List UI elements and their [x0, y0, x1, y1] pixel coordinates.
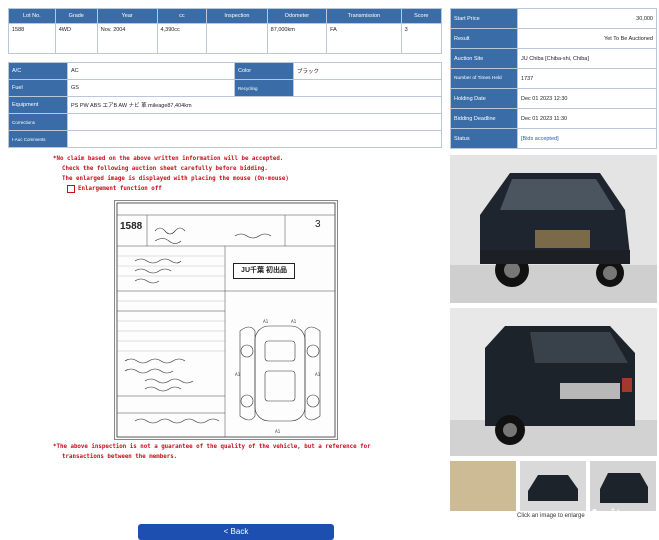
auction-sheet-image[interactable]: A1 A1 A1 A1 A1 1588 3 JU千葉 初出品 [114, 200, 338, 440]
holding-date-value: Dec 01 2023 12:30 [517, 88, 657, 109]
car-rear-photo[interactable] [450, 308, 657, 456]
lot-table-header-row: Lot No. Grade Year cc Inspection Odomete… [8, 8, 443, 24]
info-row: Status [Bids accepted] [450, 128, 657, 149]
car-front-photo[interactable] [450, 155, 657, 303]
year-header: Year [96, 8, 158, 24]
thumbs-caption: Click an image to enlarge [517, 513, 585, 519]
status-label: Status [450, 128, 518, 149]
svg-text:A1: A1 [275, 429, 281, 434]
fuel-label: Fuel [8, 79, 68, 97]
ac-label: A/C [8, 62, 68, 80]
spec-row: Corrections [8, 113, 442, 131]
recycling-value [293, 79, 442, 97]
notice-line-2: Check the following auction sheet carefu… [62, 166, 268, 172]
info-row: Result Yet To Be Auctioned [450, 28, 657, 49]
lot-table-value-row: 1588 4WD Nov. 2004 4,390cc 87,000km FA 3 [8, 23, 443, 54]
bidding-deadline-label: Bidding Deadline [450, 108, 518, 129]
enlarge-label: Enlargement function off [78, 186, 162, 192]
spec-row: Fuel GS Recycling [8, 79, 442, 97]
info-row: Auction Site JU Chiba [Chiba-shi, Chiba] [450, 48, 657, 69]
spec-row: A/C AC Color ブラック [8, 62, 442, 80]
color-label: Color [234, 62, 294, 80]
auction-info-table: Start Price 30,000 Result Yet To Be Auct… [450, 8, 657, 149]
avito-watermark: Avito [588, 506, 633, 526]
bidding-deadline-value: Dec 01 2023 11:30 [517, 108, 657, 129]
lot-table: Lot No. Grade Year cc Inspection Odomete… [8, 8, 443, 54]
thumbnail-rear[interactable] [590, 461, 656, 511]
score-value: 3 [400, 23, 443, 54]
lot-header: Lot No. [8, 8, 56, 24]
score-header: Score [400, 8, 443, 24]
svg-text:A1: A1 [263, 319, 269, 324]
grade-value: 4WD [54, 23, 98, 54]
enlarge-toggle[interactable]: Enlargement function off [67, 185, 162, 193]
result-value: Yet To Be Auctioned [517, 28, 657, 49]
cc-header: cc [156, 8, 208, 24]
auction-site-value: JU Chiba [Chiba-shi, Chiba] [517, 48, 657, 69]
color-value: ブラック [293, 62, 442, 80]
footer-notice-1: *The above inspection is not a guarantee… [53, 444, 371, 450]
spec-row: Equipment PS PW ABS エアB AW ナビ 革 mileage8… [8, 96, 442, 114]
grade-header: Grade [54, 8, 98, 24]
sheet-score: 3 [315, 219, 321, 230]
svg-text:A1: A1 [235, 372, 241, 377]
result-label: Result [450, 28, 518, 49]
notice-line-1: *No claim based on the above written inf… [53, 156, 284, 162]
recycling-label: Recycling [234, 79, 294, 97]
car-rear-drawing [450, 308, 657, 456]
svg-text:A1: A1 [315, 372, 321, 377]
thumbnail-interior[interactable] [450, 461, 516, 511]
back-button[interactable]: < Back [138, 524, 334, 540]
info-row: Bidding Deadline Dec 01 2023 11:30 [450, 108, 657, 129]
transmission-value: FA [326, 23, 402, 54]
start-price-label: Start Price [450, 8, 518, 29]
comments-value [67, 130, 442, 148]
thumbnail-front-drawing [528, 475, 578, 501]
car-front-drawing [450, 155, 657, 303]
spec-row: I-Auc Comments [8, 130, 442, 148]
info-row: Number of Times Held 1737 [450, 68, 657, 89]
sheet-stamp: JU千葉 初出品 [233, 263, 295, 279]
start-price-value: 30,000 [517, 8, 657, 29]
odometer-header: Odometer [266, 8, 328, 24]
info-row: Holding Date Dec 01 2023 12:30 [450, 88, 657, 109]
footer-notice-2: transactions between the members. [62, 454, 178, 460]
year-value: Nov. 2004 [96, 23, 158, 54]
cc-value: 4,390cc [156, 23, 208, 54]
status-value: [Bids accepted] [517, 128, 657, 149]
auction-site-label: Auction Site [450, 48, 518, 69]
equipment-value: PS PW ABS エアB AW ナビ 革 mileage87,404km [67, 96, 442, 114]
inspection-header: Inspection [206, 8, 268, 24]
auction-sheet-drawing: A1 A1 A1 A1 A1 [116, 202, 336, 438]
notice-line-3: The enlarged image is displayed with pla… [62, 176, 289, 182]
fuel-value: GS [67, 79, 235, 97]
sheet-lot-number: 1588 [120, 221, 143, 232]
enlarge-checkbox[interactable] [67, 185, 75, 193]
corrections-label: Corrections [8, 113, 68, 131]
odometer-value: 87,000km [266, 23, 328, 54]
inspection-value [206, 23, 268, 54]
equipment-label: Equipment [8, 96, 68, 114]
thumbnail-front[interactable] [520, 461, 586, 511]
times-held-label: Number of Times Held [450, 68, 518, 89]
spec-table: A/C AC Color ブラック Fuel GS Recycling Equi… [8, 62, 442, 148]
transmission-header: Transmission [326, 8, 402, 24]
corrections-value [67, 113, 442, 131]
holding-date-label: Holding Date [450, 88, 518, 109]
svg-text:A1: A1 [291, 319, 297, 324]
comments-label: I-Auc Comments [8, 130, 68, 148]
times-held-value: 1737 [517, 68, 657, 89]
ac-value: AC [67, 62, 235, 80]
info-row: Start Price 30,000 [450, 8, 657, 29]
thumbnail-rear-drawing [600, 473, 648, 503]
lot-value: 1588 [8, 23, 56, 54]
